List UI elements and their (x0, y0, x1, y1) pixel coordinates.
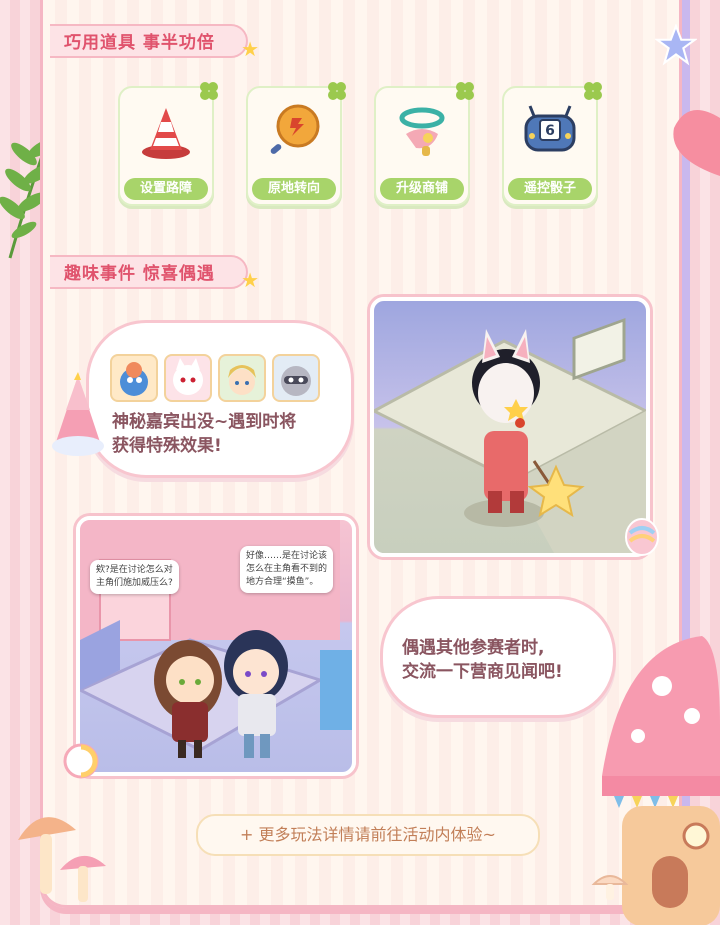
tool-label: 设置路障 (124, 178, 208, 200)
upgrade-shop-icon (399, 107, 445, 156)
tool-label: 升级商铺 (380, 178, 464, 200)
pink-tree-decoration (52, 372, 104, 456)
more-details-banner[interactable]: + 更多玩法详情请前往活动内体验~ (196, 814, 540, 856)
candy-decoration (625, 518, 659, 556)
tool-label: 原地转向 (252, 178, 336, 200)
encounter-text: 偶遇其他参赛者时, 交流一下营商见闻吧! (402, 636, 602, 684)
turn-around-icon (270, 104, 320, 154)
speech-right-line1: 好像……是在讨论该 (246, 551, 328, 561)
speech-bubble-right: 好像……是在讨论该 怎么在主角看不到的 地方合理“摸鱼”。 (240, 546, 334, 593)
clover-icon (328, 82, 346, 100)
swirl-candy-decoration (63, 743, 99, 779)
guest-avatar-blonde-boy (218, 354, 266, 402)
more-details-text: + 更多玩法详情请前往活动内体验~ (240, 825, 496, 844)
mystery-guest-text: 神秘嘉宾出没~遇到时将 获得特殊效果! (112, 410, 332, 458)
star-decoration (655, 24, 697, 66)
remote-dice-icon: 6 (524, 105, 576, 152)
mushrooms-decoration (18, 817, 106, 902)
scene-encounter: 欸?是在讨论怎么对 主角们施加威压么? 好像……是在讨论该 怎么在主角看不到的 … (76, 516, 356, 776)
tools-section-title-text: 巧用道具 事半功倍 (64, 33, 215, 53)
speech-left-line2: 主角们施加威压么? (96, 578, 173, 588)
guest-avatar-raccoon (272, 354, 320, 402)
speech-right-line2: 怎么在主角看不到的 (246, 564, 328, 574)
sparkle-icon: ★ (241, 268, 260, 292)
encounter-text-line1: 偶遇其他参赛者时, (402, 638, 545, 658)
tool-card-upgrade[interactable]: 升级商铺 (374, 82, 474, 206)
mystery-guest-text-line1: 神秘嘉宾出没~遇到时将 (112, 412, 297, 432)
events-section-title: 趣味事件 惊喜偶遇 ★ (50, 255, 259, 292)
small-mushroom-decoration (591, 875, 629, 900)
clover-icon (584, 82, 602, 100)
tool-card-remote-dice[interactable]: 6 遥控骰子 (502, 82, 602, 206)
dice-face: 6 (545, 123, 555, 139)
mystery-guest-text-line2: 获得特殊效果! (112, 436, 222, 456)
heart-decoration (673, 110, 720, 176)
guest-avatar-blue-bird (110, 354, 158, 402)
speech-left-line1: 欸?是在讨论怎么对 (96, 565, 173, 575)
clover-icon (456, 82, 474, 100)
scene-masked-guest (370, 297, 650, 557)
clover-icon (200, 82, 218, 100)
speech-right-line3: 地方合理“摸鱼”。 (246, 577, 319, 587)
tools-section-title: 巧用道具 事半功倍 ★ (50, 24, 259, 61)
tool-card-turn[interactable]: 原地转向 (246, 82, 346, 206)
tool-label: 遥控骰子 (508, 178, 592, 200)
guest-avatar-white-cat (164, 354, 212, 402)
tool-card-roadblock[interactable]: 设置路障 (118, 82, 218, 206)
sparkle-icon: ★ (241, 37, 260, 61)
events-section-title-text: 趣味事件 惊喜偶遇 (64, 264, 215, 284)
tools-row: 设置路障 原地转向 升级商铺 6 遥控骰子 (118, 82, 602, 206)
speech-bubble-left: 欸?是在讨论怎么对 主角们施加威压么? (90, 560, 179, 594)
encounter-text-line2: 交流一下营商见闻吧! (402, 662, 563, 682)
traffic-cone-icon (142, 108, 190, 159)
